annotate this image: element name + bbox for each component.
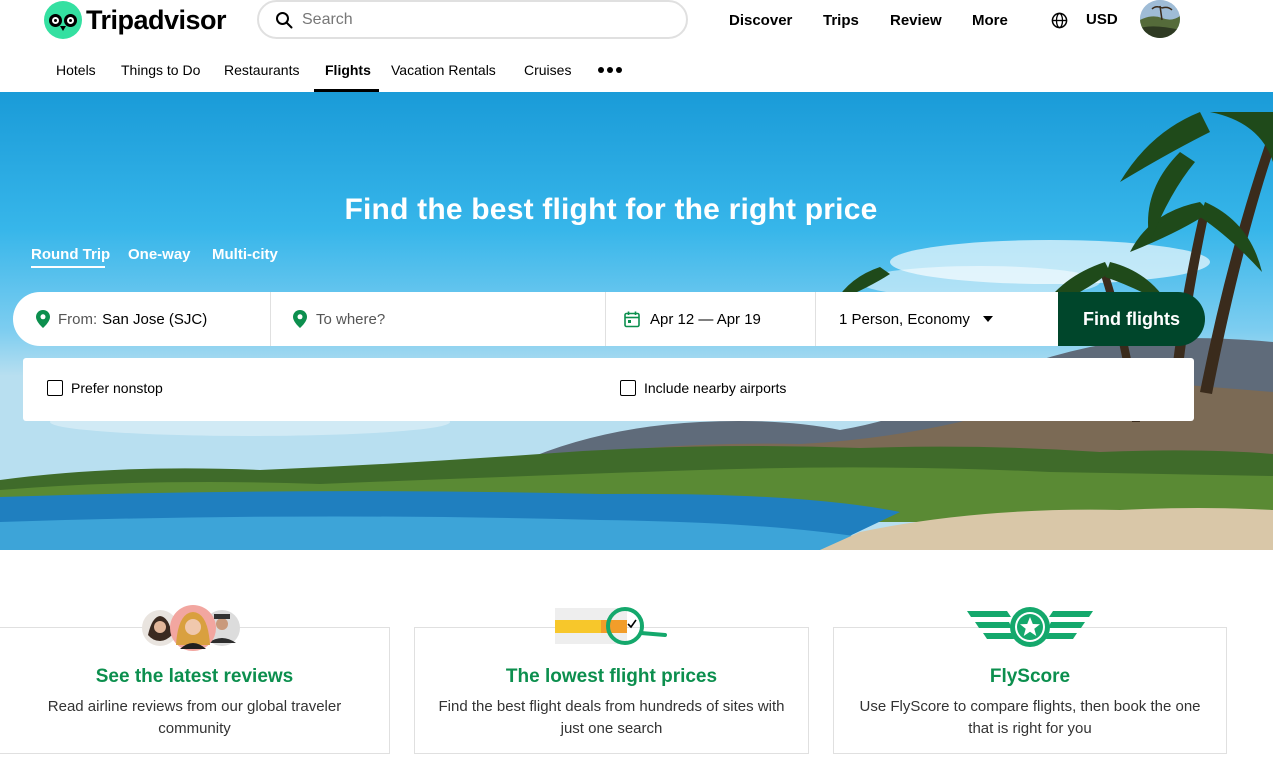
feature-title: The lowest flight prices <box>505 666 718 687</box>
prefer-nonstop-label: Prefer nonstop <box>71 380 163 396</box>
from-field[interactable]: From: San Jose (SJC) <box>36 292 270 346</box>
globe-icon[interactable] <box>1051 12 1068 29</box>
field-divider <box>605 292 606 346</box>
flyscore-wings-icon <box>967 607 1093 647</box>
search-input[interactable] <box>302 10 662 29</box>
price-search-icon <box>555 607 667 645</box>
reviewers-avatars-icon <box>142 605 240 651</box>
prefer-nonstop-checkbox[interactable] <box>47 380 63 396</box>
subnav-vacation-rentals[interactable]: Vacation Rentals <box>391 62 496 78</box>
travelers-dropdown[interactable]: 1 Person, Economy <box>839 292 1039 346</box>
from-value: San Jose (SJC) <box>102 310 208 328</box>
hero-banner: Find the best flight for the right price… <box>0 92 1273 550</box>
tripadvisor-logo[interactable]: Tripadvisor <box>44 0 227 40</box>
subnav-cruises[interactable]: Cruises <box>524 62 571 78</box>
field-divider <box>815 292 816 346</box>
subnav-flights[interactable]: Flights <box>325 62 371 78</box>
search-options-panel: Prefer nonstop Include nearby airports <box>23 358 1194 421</box>
user-avatar[interactable] <box>1140 0 1180 38</box>
more-dots-icon[interactable] <box>598 67 622 73</box>
prefer-nonstop-option[interactable]: Prefer nonstop <box>47 380 163 396</box>
currency-selector[interactable]: USD <box>1086 0 1118 40</box>
nav-discover[interactable]: Discover <box>729 0 792 40</box>
travelers-value: 1 Person, Economy <box>839 310 970 328</box>
tab-round-trip[interactable]: Round Trip <box>31 246 110 263</box>
search-icon <box>276 11 293 28</box>
location-pin-icon <box>293 310 307 328</box>
feature-text: Find the best flight deals from hundreds… <box>438 698 785 737</box>
feature-title: FlyScore <box>989 666 1071 687</box>
calendar-icon <box>624 311 640 327</box>
from-label: From: <box>58 310 98 328</box>
nearby-airports-option[interactable]: Include nearby airports <box>620 380 786 396</box>
caret-down-icon <box>982 316 993 322</box>
nav-trips[interactable]: Trips <box>823 0 859 40</box>
nearby-airports-label: Include nearby airports <box>644 380 787 396</box>
feature-text: Use FlyScore to compare flights, then bo… <box>859 698 1201 737</box>
to-placeholder: To where? <box>316 310 386 328</box>
field-divider <box>270 292 271 346</box>
owl-logo-icon <box>44 1 82 39</box>
flight-search-bar: From: San Jose (SJC) To where? Apr 12 — … <box>13 292 1058 346</box>
site-header: Tripadvisor Discover Trips Review More U… <box>0 0 1273 92</box>
date-range: Apr 12 — Apr 19 <box>650 310 761 328</box>
to-field[interactable]: To where? <box>293 292 593 346</box>
trip-tab-underline <box>31 266 105 268</box>
date-field[interactable]: Apr 12 — Apr 19 <box>624 292 809 346</box>
feature-title: See the latest reviews <box>95 666 294 687</box>
nav-more[interactable]: More <box>972 0 1008 40</box>
logo-text: Tripadvisor <box>86 4 227 35</box>
subnav-restaurants[interactable]: Restaurants <box>224 62 299 78</box>
find-flights-button[interactable]: Find flights <box>1058 292 1205 346</box>
subnav-things-to-do[interactable]: Things to Do <box>121 62 200 78</box>
tab-multi-city[interactable]: Multi-city <box>212 246 278 263</box>
feature-text: Read airline reviews from our global tra… <box>47 698 342 737</box>
subnav-hotels[interactable]: Hotels <box>56 62 96 78</box>
nearby-airports-checkbox[interactable] <box>620 380 636 396</box>
nav-review[interactable]: Review <box>890 0 942 40</box>
location-pin-icon <box>36 310 50 328</box>
hero-title: Find the best flight for the right price <box>344 193 878 226</box>
tab-one-way[interactable]: One-way <box>128 246 191 263</box>
search-box[interactable] <box>257 0 688 39</box>
